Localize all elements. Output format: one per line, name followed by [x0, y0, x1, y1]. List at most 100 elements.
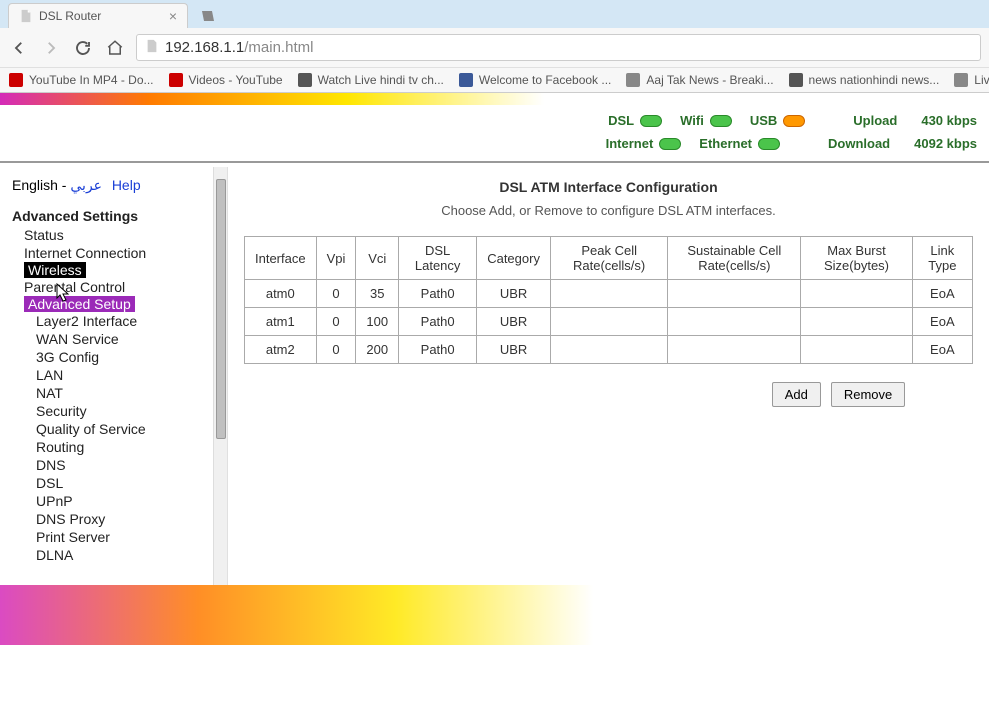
sidebar-item-upnp[interactable]: UPnP: [12, 492, 223, 510]
status-label: Ethernet: [699, 136, 752, 151]
table-cell: 35: [356, 280, 399, 308]
sidebar-item-lan[interactable]: LAN: [12, 366, 223, 384]
sidebar-item-status[interactable]: Status: [12, 226, 223, 244]
add-button[interactable]: Add: [772, 382, 821, 407]
remove-button[interactable]: Remove: [831, 382, 905, 407]
upload-value: 430 kbps: [921, 113, 977, 128]
bookmark-item[interactable]: Aaj Tak News - Breaki...: [625, 72, 773, 88]
status-row-1: DSL Wifi USB Upload 430 kbps: [608, 113, 977, 128]
bookmark-item[interactable]: YouTube In MP4 - Do...: [8, 72, 154, 88]
address-bar[interactable]: 192.168.1.1/main.html: [136, 34, 981, 61]
sidebar-item-print-server[interactable]: Print Server: [12, 528, 223, 546]
content-title: DSL ATM Interface Configuration: [244, 179, 973, 195]
table-row: atm10100Path0UBREoA: [245, 308, 973, 336]
bookmark-label: Live Hindi News: Wa: [974, 73, 989, 87]
table-cell: EoA: [912, 308, 972, 336]
sidebar-item-quality-of-service[interactable]: Quality of Service: [12, 420, 223, 438]
status-pill-icon: [640, 115, 662, 127]
bookmark-item[interactable]: Watch Live hindi tv ch...: [297, 72, 444, 88]
bookmark-label: Videos - YouTube: [189, 73, 283, 87]
bookmark-item[interactable]: Live Hindi News: Wa: [953, 72, 989, 88]
table-cell: [801, 280, 912, 308]
status-item-dsl: DSL: [608, 113, 662, 128]
sidebar-item-routing[interactable]: Routing: [12, 438, 223, 456]
table-cell: atm2: [245, 336, 317, 364]
table-cell: 0: [316, 280, 356, 308]
table-cell: UBR: [477, 280, 551, 308]
status-row-2: InternetEthernet Download 4092 kbps: [606, 136, 977, 151]
sidebar-item-wireless[interactable]: Wireless: [24, 262, 86, 278]
table-cell: [668, 308, 801, 336]
bookmark-item[interactable]: news nationhindi news...: [788, 72, 940, 88]
sidebar-item-parental-control[interactable]: Parental Control: [12, 278, 223, 296]
button-row: Add Remove: [244, 382, 973, 407]
bookmark-item[interactable]: Welcome to Facebook ...: [458, 72, 612, 88]
site-info-icon[interactable]: [145, 39, 159, 56]
upload-label: Upload: [853, 113, 897, 128]
tab-close-icon[interactable]: ×: [169, 8, 177, 24]
status-item-internet: Internet: [606, 136, 682, 151]
sidebar-item-advanced-setup[interactable]: Advanced Setup: [24, 296, 135, 312]
status-label: USB: [750, 113, 777, 128]
page-content: DSL Wifi USB Upload 430 kbps Internet Ether…: [0, 93, 989, 645]
table-cell: [668, 280, 801, 308]
url-path: /main.html: [244, 39, 313, 56]
bookmark-favicon: [458, 72, 474, 88]
top-gradient: [0, 93, 989, 105]
bookmark-favicon: [788, 72, 804, 88]
sidebar-item-dsl[interactable]: DSL: [12, 474, 223, 492]
bookmark-item[interactable]: Videos - YouTube: [168, 72, 283, 88]
browser-tab[interactable]: DSL Router ×: [8, 3, 188, 28]
table-header: Link Type: [912, 237, 972, 280]
back-button[interactable]: [8, 37, 30, 59]
table-cell: [550, 280, 667, 308]
bookmark-label: Aaj Tak News - Breaki...: [646, 73, 773, 87]
sidebar-item-3g-config[interactable]: 3G Config: [12, 348, 223, 366]
sidebar: English - عربي Help Advanced Settings St…: [0, 167, 228, 585]
table-cell: [801, 336, 912, 364]
nav-toolbar: 192.168.1.1/main.html: [0, 28, 989, 67]
sidebar-item-dns-proxy[interactable]: DNS Proxy: [12, 510, 223, 528]
bookmark-label: news nationhindi news...: [809, 73, 940, 87]
forward-button[interactable]: [40, 37, 62, 59]
sidebar-item-internet-connection[interactable]: Internet Connection: [12, 244, 223, 262]
table-header: Vci: [356, 237, 399, 280]
status-item-wifi: Wifi: [680, 113, 732, 128]
table-cell: atm0: [245, 280, 317, 308]
bookmark-favicon: [8, 72, 24, 88]
scrollbar-thumb[interactable]: [216, 179, 226, 439]
table-row: atm20200Path0UBREoA: [245, 336, 973, 364]
download-label: Download: [828, 136, 890, 151]
status-label: Wifi: [680, 113, 704, 128]
sidebar-item-nat[interactable]: NAT: [12, 384, 223, 402]
status-pill-icon: [659, 138, 681, 150]
table-cell: Path0: [399, 280, 477, 308]
tab-title: DSL Router: [39, 9, 101, 23]
sidebar-item-layer2-interface[interactable]: Layer2 Interface: [12, 312, 223, 330]
main-area: English - عربي Help Advanced Settings St…: [0, 167, 989, 585]
page-icon: [19, 9, 33, 23]
sidebar-scrollbar[interactable]: [213, 167, 227, 585]
sidebar-item-security[interactable]: Security: [12, 402, 223, 420]
table-cell: [550, 308, 667, 336]
table-cell: Path0: [399, 336, 477, 364]
new-tab-icon[interactable]: [194, 7, 220, 28]
lang-english[interactable]: English: [12, 177, 58, 193]
content-panel: DSL ATM Interface Configuration Choose A…: [228, 167, 989, 585]
table-cell: [801, 308, 912, 336]
help-link[interactable]: Help: [112, 177, 141, 193]
home-button[interactable]: [104, 37, 126, 59]
status-panel: DSL Wifi USB Upload 430 kbps Internet Ether…: [0, 105, 989, 157]
sidebar-item-dns[interactable]: DNS: [12, 456, 223, 474]
table-header: DSL Latency: [399, 237, 477, 280]
status-label: DSL: [608, 113, 634, 128]
bookmarks-bar: YouTube In MP4 - Do... Videos - YouTube Wa…: [0, 67, 989, 92]
sidebar-item-wan-service[interactable]: WAN Service: [12, 330, 223, 348]
table-cell: EoA: [912, 280, 972, 308]
lang-arabic[interactable]: عربي: [70, 177, 102, 193]
table-header: Max Burst Size(bytes): [801, 237, 912, 280]
reload-button[interactable]: [72, 37, 94, 59]
table-cell: UBR: [477, 336, 551, 364]
sidebar-item-dlna[interactable]: DLNA: [12, 546, 223, 564]
table-cell: [550, 336, 667, 364]
